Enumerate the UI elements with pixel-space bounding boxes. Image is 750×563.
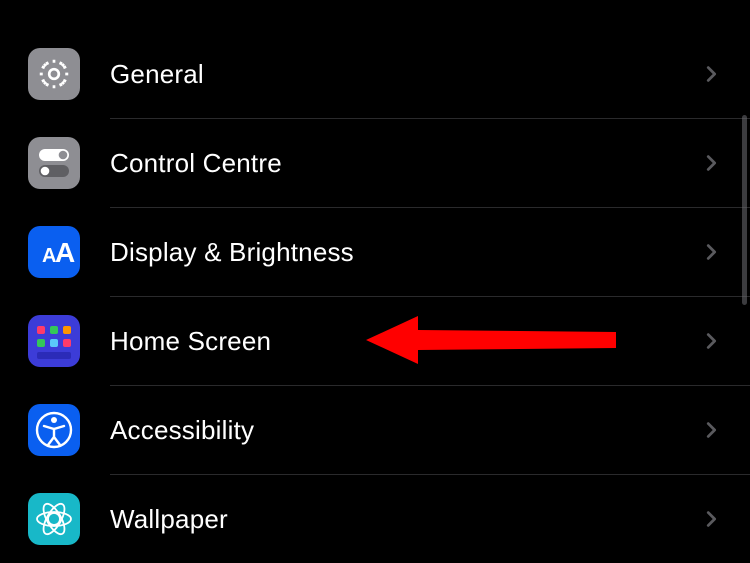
chevron-right-icon [700,419,722,441]
settings-row-display-brightness[interactable]: A A Display & Brightness [0,208,750,296]
settings-row-wallpaper[interactable]: Wallpaper [0,475,750,563]
svg-text:A: A [55,237,75,268]
chevron-right-icon [700,63,722,85]
toggles-icon [28,137,80,189]
settings-row-label: General [110,59,700,90]
settings-row-label: Wallpaper [110,504,700,535]
chevron-right-icon [700,152,722,174]
scrollbar-thumb[interactable] [742,115,747,305]
gear-icon [28,48,80,100]
settings-row-label: Home Screen [110,326,700,357]
settings-row-label: Control Centre [110,148,700,179]
chevron-right-icon [700,241,722,263]
settings-list: General Control Centre A A Display & Bri… [0,0,750,563]
wallpaper-icon [28,493,80,545]
settings-row-label: Accessibility [110,415,700,446]
settings-row-accessibility[interactable]: Accessibility [0,386,750,474]
settings-row-control-centre[interactable]: Control Centre [0,119,750,207]
home-screen-icon [28,315,80,367]
chevron-right-icon [700,330,722,352]
settings-row-general[interactable]: General [0,30,750,118]
settings-row-label: Display & Brightness [110,237,700,268]
text-size-icon: A A [28,226,80,278]
settings-row-home-screen[interactable]: Home Screen [0,297,750,385]
chevron-right-icon [700,508,722,530]
accessibility-icon [28,404,80,456]
